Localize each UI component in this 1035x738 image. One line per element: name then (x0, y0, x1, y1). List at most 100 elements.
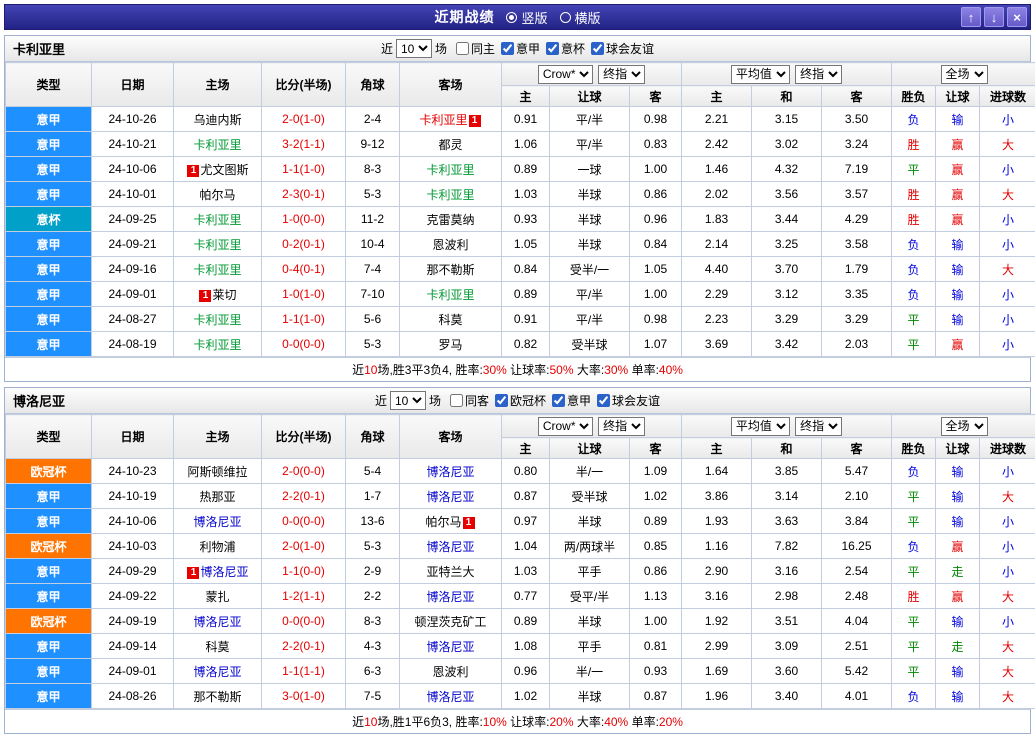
team-name-link[interactable]: 恩波利 (432, 238, 468, 252)
odds-company-select[interactable]: Crow* (537, 416, 593, 436)
europe-company-select[interactable]: 平均值 (730, 416, 790, 436)
match-row: 意杯 24-09-25 卡利亚里 1-0(0-0) 11-2 克雷莫纳 0.93 半球 0.96… (5, 206, 1035, 232)
league-type-cell: 意甲 (5, 131, 92, 157)
team-name-link[interactable]: 卡利亚里 (193, 213, 241, 227)
team-name-link[interactable]: 博洛尼亚 (193, 515, 241, 529)
team-name-link[interactable]: 科莫 (205, 640, 229, 654)
team-name-link[interactable]: 博洛尼亚 (426, 490, 474, 504)
scope-select[interactable]: 全场 (940, 416, 988, 436)
score-cell[interactable]: 1-1(1-1) (261, 658, 346, 684)
league-filter-option[interactable]: 意杯 (546, 40, 585, 57)
score-cell[interactable]: 2-2(0-1) (261, 483, 346, 509)
league-filter-checkbox[interactable] (591, 41, 605, 55)
score-cell[interactable]: 1-2(1-1) (261, 583, 346, 609)
team-name-link[interactable]: 顿涅茨克矿工 (414, 615, 486, 629)
score-cell[interactable]: 3-2(1-1) (261, 131, 346, 157)
league-filter-checkbox[interactable] (495, 393, 508, 407)
team-name-link[interactable]: 尤文图斯 (200, 163, 248, 177)
league-filter-checkbox[interactable] (501, 41, 514, 55)
team-name-link[interactable]: 乌迪内斯 (193, 113, 241, 127)
league-filter-option[interactable]: 欧冠杯 (495, 392, 546, 409)
league-filter-option[interactable]: 球会友谊 (597, 392, 660, 409)
close-button[interactable]: × (1007, 7, 1027, 27)
team-name-link[interactable]: 恩波利 (432, 665, 468, 679)
team-name-link[interactable]: 卡利亚里 (193, 263, 241, 277)
team-name-link[interactable]: 亚特兰大 (426, 565, 474, 579)
team-name-link[interactable]: 热那亚 (199, 490, 235, 504)
scope-select[interactable]: 全场 (940, 64, 988, 84)
europe-stage-select[interactable]: 终指 (795, 416, 843, 436)
league-filter-checkbox[interactable] (455, 41, 469, 55)
away-team-cell: 博洛尼亚 (399, 633, 502, 659)
team-name-link[interactable]: 卡利亚里 (426, 188, 474, 202)
team-name-link[interactable]: 博洛尼亚 (426, 640, 474, 654)
score-cell[interactable]: 0-0(0-0) (261, 508, 346, 534)
scroll-up-button[interactable]: ↑ (961, 7, 981, 27)
odds-company-select[interactable]: Crow* (537, 64, 593, 84)
score-cell[interactable]: 0-0(0-0) (261, 331, 346, 357)
odds-stage-select[interactable]: 终指 (598, 64, 646, 84)
team-name-link[interactable]: 博洛尼亚 (426, 690, 474, 704)
team-name-link[interactable]: 卡利亚里 (419, 113, 467, 127)
team-name-link[interactable]: 卡利亚里 (426, 163, 474, 177)
team-name-link[interactable]: 克雷莫纳 (426, 213, 474, 227)
team-name-link[interactable]: 博洛尼亚 (426, 590, 474, 604)
team-name-link[interactable]: 博洛尼亚 (200, 565, 248, 579)
team-name-link[interactable]: 都灵 (438, 138, 462, 152)
league-filter-option[interactable]: 意甲 (501, 40, 540, 57)
team-name-link[interactable]: 博洛尼亚 (426, 540, 474, 554)
score-cell[interactable]: 3-0(1-0) (261, 683, 346, 709)
league-filter-option[interactable]: 同主 (455, 40, 495, 57)
team-name-link[interactable]: 阿斯顿维拉 (187, 465, 247, 479)
team-name-link[interactable]: 博洛尼亚 (426, 465, 474, 479)
team-name-link[interactable]: 博洛尼亚 (193, 615, 241, 629)
score-cell[interactable]: 2-0(1-0) (261, 533, 346, 559)
league-filter-option[interactable]: 意甲 (552, 392, 591, 409)
score-cell[interactable]: 1-0(0-0) (261, 206, 346, 232)
team-name-link[interactable]: 罗马 (438, 338, 462, 352)
score-cell[interactable]: 0-2(0-1) (261, 231, 346, 257)
home-team-cell: 卡利亚里 (173, 231, 262, 257)
team-name-link[interactable]: 蒙扎 (205, 590, 229, 604)
team-name-link[interactable]: 莱切 (212, 288, 236, 302)
team-name-link[interactable]: 科莫 (438, 313, 462, 327)
team-name-link[interactable]: 卡利亚里 (426, 288, 474, 302)
score-cell[interactable]: 1-1(1-0) (261, 156, 346, 182)
team-name-link[interactable]: 那不勒斯 (426, 263, 474, 277)
corners-cell: 2-9 (345, 558, 400, 584)
team-name-link[interactable]: 卡利亚里 (193, 338, 241, 352)
score-cell[interactable]: 2-2(0-1) (261, 633, 346, 659)
team-name-link[interactable]: 利物浦 (199, 540, 235, 554)
score-cell[interactable]: 2-3(0-1) (261, 181, 346, 207)
team-name-link[interactable]: 帕尔马 (199, 188, 235, 202)
league-filter-checkbox[interactable] (449, 393, 463, 407)
team-name-link[interactable]: 卡利亚里 (193, 313, 241, 327)
team-name-link[interactable]: 卡利亚里 (193, 238, 241, 252)
score-cell[interactable]: 2-0(0-0) (261, 458, 346, 484)
score-cell[interactable]: 2-0(1-0) (261, 106, 346, 132)
score-cell[interactable]: 0-0(0-0) (261, 608, 346, 634)
league-filter-checkbox[interactable] (597, 393, 611, 407)
away-team-cell: 顿涅茨克矿工 (399, 608, 502, 634)
league-filter-option[interactable]: 球会友谊 (591, 40, 654, 57)
match-count-select[interactable]: 10 (395, 39, 432, 58)
europe-stage-select[interactable]: 终指 (795, 64, 843, 84)
score-cell[interactable]: 1-1(0-0) (261, 558, 346, 584)
league-filter-checkbox[interactable] (546, 41, 560, 55)
score-cell[interactable]: 0-4(0-1) (261, 256, 346, 282)
odds-stage-select[interactable]: 终指 (598, 416, 646, 436)
europe-company-select[interactable]: 平均值 (730, 64, 790, 84)
league-filter-checkbox[interactable] (552, 393, 566, 407)
view-option-horizontal[interactable]: 横版 (559, 8, 601, 27)
score-cell[interactable]: 1-0(1-0) (261, 281, 346, 307)
team-name-link[interactable]: 卡利亚里 (193, 138, 241, 152)
result-cell: 负 (891, 256, 937, 282)
view-option-vertical[interactable]: 竖版 (506, 8, 548, 27)
scroll-down-button[interactable]: ↓ (984, 7, 1004, 27)
league-filter-option[interactable]: 同客 (449, 392, 489, 409)
team-name-link[interactable]: 帕尔马 (425, 515, 461, 529)
match-count-select[interactable]: 10 (389, 391, 426, 410)
score-cell[interactable]: 1-1(1-0) (261, 306, 346, 332)
team-name-link[interactable]: 博洛尼亚 (193, 665, 241, 679)
team-name-link[interactable]: 那不勒斯 (193, 690, 241, 704)
